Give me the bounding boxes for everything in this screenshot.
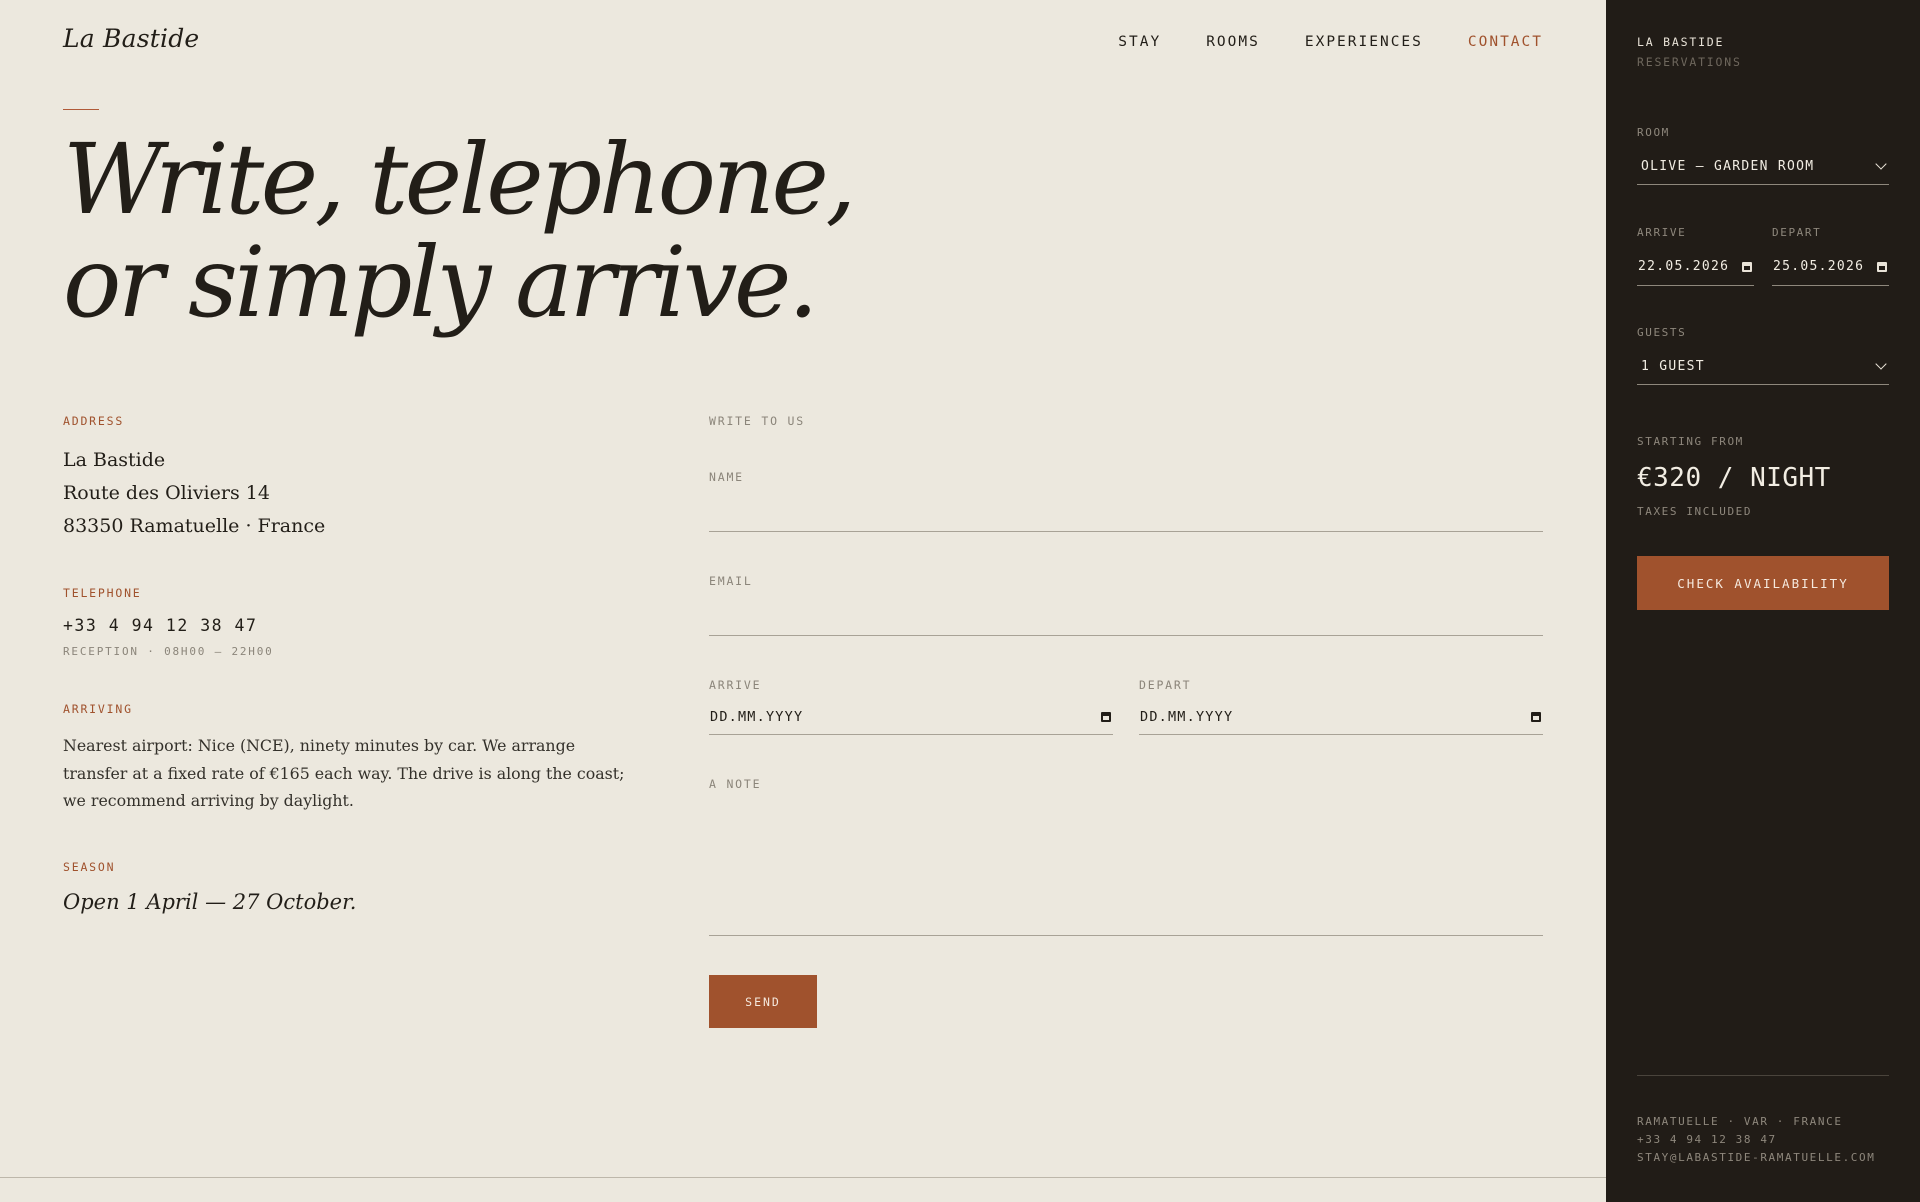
- name-input[interactable]: [709, 489, 1543, 525]
- depart-label: DEPART: [1139, 678, 1192, 692]
- sidebar-footer: RAMATUELLE · VAR · FRANCE +33 4 94 12 38…: [1637, 1075, 1889, 1167]
- calendar-icon[interactable]: [1742, 261, 1752, 272]
- note-textarea[interactable]: [709, 793, 1543, 936]
- email-label: EMAIL: [709, 574, 753, 588]
- address-line: 83350 Ramatuelle · France: [63, 515, 326, 537]
- contact-info: ADDRESS La Bastide Route des Oliviers 14…: [63, 414, 643, 914]
- price-label: STARTING FROM: [1637, 435, 1744, 448]
- depart-date-value: DD.MM.YYYY: [1140, 709, 1234, 725]
- calendar-icon[interactable]: [1101, 712, 1111, 722]
- telephone-number[interactable]: +33 4 94 12 38 47: [63, 616, 643, 635]
- contact-form: WRITE TO US NAME EMAIL ARRIVE DD.MM.YYYY…: [709, 414, 1543, 1028]
- reservation-sidebar: LA BASTIDE RESERVATIONS ROOM OLIVE — GAR…: [1606, 0, 1920, 1202]
- sidebar-header: LA BASTIDE RESERVATIONS: [1637, 35, 1889, 69]
- sidebar-arrive-label: ARRIVE: [1637, 226, 1687, 239]
- sidebar-arrive-value: 22.05.2026: [1638, 259, 1730, 274]
- note-label: A NOTE: [709, 777, 762, 791]
- sidebar-divider: [1637, 1075, 1889, 1076]
- sidebar-title: LA BASTIDE: [1637, 35, 1725, 49]
- arriving-label: ARRIVING: [63, 702, 133, 716]
- season-label: SEASON: [63, 859, 116, 874]
- arriving-text: Nearest airport: Nice (NCE), ninety minu…: [63, 736, 625, 810]
- arrive-label: ARRIVE: [709, 678, 762, 692]
- room-label: ROOM: [1637, 126, 1670, 139]
- room-group: ROOM OLIVE — GARDEN ROOM: [1637, 126, 1889, 185]
- depart-group: DEPART DD.MM.YYYY: [1139, 678, 1543, 735]
- nav-stay[interactable]: STAY: [1118, 34, 1161, 50]
- footer-email[interactable]: STAY@LABASTIDE-RAMATUELLE.COM: [1637, 1149, 1889, 1167]
- sidebar-depart-field[interactable]: 25.05.2026: [1772, 259, 1889, 286]
- sidebar-depart-group: DEPART 25.05.2026: [1772, 226, 1889, 286]
- price-value: €320 / NIGHT: [1637, 463, 1831, 493]
- date-row: ARRIVE DD.MM.YYYY DEPART DD.MM.YYYY: [709, 678, 1543, 735]
- address-line: Route des Oliviers 14: [63, 482, 270, 504]
- room-select[interactable]: OLIVE — GARDEN ROOM: [1637, 158, 1889, 185]
- price-note: TAXES INCLUDED: [1637, 505, 1753, 518]
- chevron-down-icon: [1875, 158, 1887, 170]
- check-availability-button[interactable]: CHECK AVAILABILITY: [1637, 556, 1889, 610]
- accent-rule: [63, 109, 99, 110]
- telephone-label: TELEPHONE: [63, 586, 142, 600]
- nav-rooms[interactable]: ROOMS: [1206, 34, 1260, 50]
- calendar-icon[interactable]: [1877, 261, 1887, 272]
- sidebar-depart-value: 25.05.2026: [1773, 259, 1865, 274]
- address-label: ADDRESS: [63, 414, 125, 428]
- chevron-down-icon: [1875, 358, 1887, 370]
- reception-hours: RECEPTION · 08H00 — 22H00: [63, 645, 274, 658]
- season-text: Open 1 April — 27 October.: [63, 889, 357, 914]
- name-field[interactable]: [709, 489, 1543, 532]
- footer-location: RAMATUELLE · VAR · FRANCE: [1637, 1115, 1843, 1128]
- address-line: La Bastide: [63, 449, 166, 471]
- guests-group: GUESTS 1 GUEST: [1637, 326, 1889, 385]
- guests-label: GUESTS: [1637, 326, 1687, 339]
- room-value: OLIVE — GARDEN ROOM: [1641, 159, 1815, 174]
- cta-group: CHECK AVAILABILITY: [1637, 556, 1889, 610]
- nav-experiences[interactable]: EXPERIENCES: [1305, 34, 1423, 50]
- form-heading: WRITE TO US: [709, 414, 805, 428]
- depart-date-field[interactable]: DD.MM.YYYY: [1139, 709, 1543, 735]
- sidebar-arrive-field[interactable]: 22.05.2026: [1637, 259, 1754, 286]
- brand-logo[interactable]: La Bastide: [63, 24, 199, 53]
- main-content: La Bastide STAY ROOMS EXPERIENCES CONTAC…: [0, 0, 1606, 1202]
- guests-select[interactable]: 1 GUEST: [1637, 358, 1889, 385]
- sidebar-subtitle: RESERVATIONS: [1637, 55, 1742, 69]
- sidebar-arrive-group: ARRIVE 22.05.2026: [1637, 226, 1754, 286]
- footer-contact: RAMATUELLE · VAR · FRANCE +33 4 94 12 38…: [1637, 1113, 1889, 1167]
- nav-contact[interactable]: CONTACT: [1468, 34, 1543, 50]
- email-input[interactable]: [709, 593, 1543, 629]
- arrive-date-value: DD.MM.YYYY: [710, 709, 804, 725]
- hero-line-1: Write, telephone,: [63, 123, 856, 236]
- sidebar-depart-label: DEPART: [1772, 226, 1822, 239]
- price-group: STARTING FROM €320 / NIGHT TAXES INCLUDE…: [1637, 435, 1889, 518]
- guests-value: 1 GUEST: [1641, 359, 1705, 374]
- email-field[interactable]: [709, 593, 1543, 636]
- calendar-icon[interactable]: [1531, 712, 1541, 722]
- hero-heading: Write, telephone, or simply arrive.: [63, 128, 1063, 334]
- name-label: NAME: [709, 470, 744, 484]
- footer-phone[interactable]: +33 4 94 12 38 47: [1637, 1131, 1889, 1149]
- main-nav: STAY ROOMS EXPERIENCES CONTACT: [1118, 34, 1543, 50]
- hero-line-2: or simply arrive.: [63, 226, 819, 339]
- arrive-date-field[interactable]: DD.MM.YYYY: [709, 709, 1113, 735]
- send-button[interactable]: SEND: [709, 975, 817, 1028]
- date-group: ARRIVE 22.05.2026 DEPART 25.05.2026: [1637, 226, 1889, 286]
- arrive-group: ARRIVE DD.MM.YYYY: [709, 678, 1113, 735]
- footer-divider: [0, 1177, 1606, 1178]
- address-block: La Bastide Route des Oliviers 14 83350 R…: [63, 444, 643, 543]
